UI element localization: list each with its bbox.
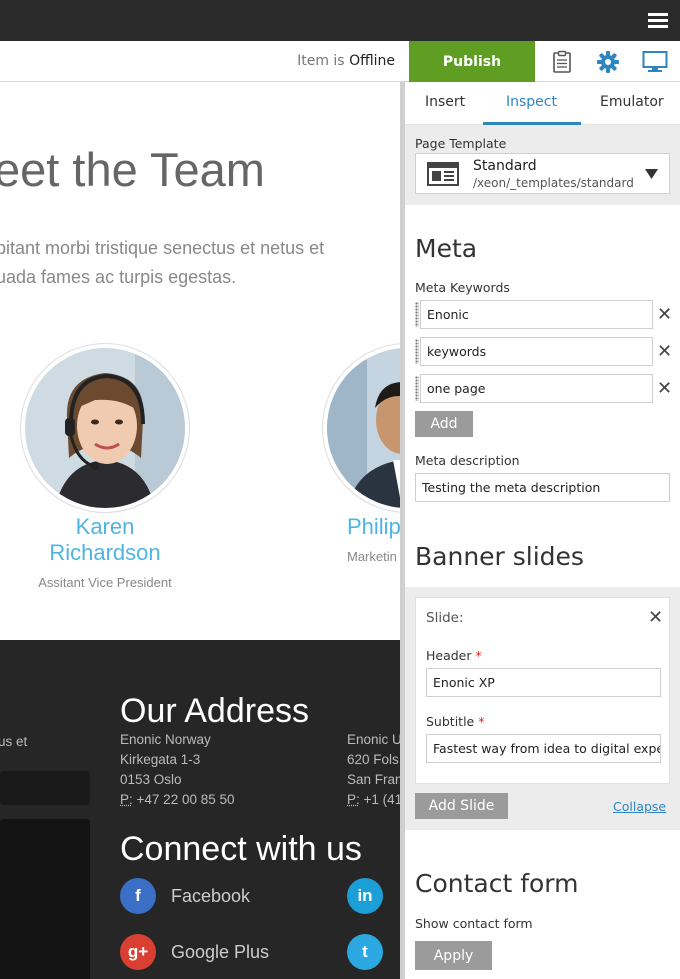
keyword-row: ✕ <box>415 374 673 403</box>
phone-us: P: +1 (41 <box>347 790 400 810</box>
required-mark: * <box>475 648 482 663</box>
publish-button[interactable]: Publish <box>409 41 535 82</box>
phone-number: +47 22 00 85 50 <box>136 792 235 807</box>
gear-icon[interactable] <box>596 50 620 74</box>
social-twitter-link[interactable]: t <box>347 934 383 970</box>
remove-slide-icon[interactable]: ✕ <box>648 607 663 628</box>
linkedin-icon: in <box>347 878 383 914</box>
facebook-icon: f <box>120 878 156 914</box>
keyword-row: ✕ <box>415 300 673 329</box>
drag-handle-icon[interactable] <box>415 376 419 401</box>
keyword-input[interactable] <box>420 300 653 329</box>
drag-handle-icon[interactable] <box>415 339 419 364</box>
footer-textarea[interactable] <box>0 819 90 979</box>
social-linkedin-link[interactable]: in <box>347 878 383 914</box>
page-template-section: Page Template Standard /xeon/_templates/… <box>405 125 680 205</box>
footer-text-fragment: us et <box>0 734 28 749</box>
page-preview[interactable]: eet the Team bitant morbi tristique sene… <box>0 82 400 979</box>
member-name-philip: Philip <box>347 514 400 539</box>
phone2-prefix: P: <box>347 792 360 807</box>
tab-emulator[interactable]: Emulator <box>600 94 664 110</box>
contact-form-heading: Contact form <box>415 869 579 898</box>
meta-description-label: Meta description <box>415 453 520 468</box>
meta-description-input[interactable] <box>415 473 670 502</box>
team-heading: eet the Team <box>0 143 265 196</box>
address-heading: Our Address <box>120 692 309 730</box>
collapse-link[interactable]: Collapse <box>613 799 666 814</box>
clipboard-icon[interactable] <box>550 50 574 74</box>
subtitle-label: Subtitle * <box>426 714 484 729</box>
twitter-icon: t <box>347 934 383 970</box>
team-intro-text: bitant morbi tristique senectus et netus… <box>0 238 325 287</box>
keyword-row: ✕ <box>415 337 673 366</box>
philip-portrait-icon <box>327 348 400 508</box>
template-path: /xeon/_templates/standard <box>473 176 634 190</box>
member-photo-karen <box>20 343 190 513</box>
required-mark: * <box>478 714 485 729</box>
phone2-number: +1 (41 <box>363 792 400 807</box>
keyword-input[interactable] <box>420 337 653 366</box>
header-label: Header * <box>426 648 482 663</box>
member-role-philip: Marketin <box>347 549 397 564</box>
subtitle-label-text: Subtitle <box>426 714 475 729</box>
dropdown-arrow-icon[interactable] <box>645 169 658 179</box>
meta-keywords-label: Meta Keywords <box>415 280 510 295</box>
meta-heading: Meta <box>415 234 478 263</box>
slide-label: Slide: <box>426 610 464 626</box>
member-photo-philip <box>322 343 400 513</box>
karen-portrait-icon <box>25 348 185 508</box>
header-label-text: Header <box>426 648 472 663</box>
footer-input-field[interactable] <box>0 771 90 805</box>
slide-item: Slide: ✕ Header * Subtitle * <box>415 597 670 784</box>
social-google-plus-link[interactable]: g+ Google Plus <box>120 934 269 970</box>
tab-insert[interactable]: Insert <box>425 94 465 110</box>
context-panel: Insert Inspect Emulator Page Template St… <box>400 82 680 979</box>
facebook-label: Facebook <box>171 885 251 906</box>
banner-slides-section: Slide: ✕ Header * Subtitle * Add Slide C… <box>405 587 680 830</box>
phone-norway: P: +47 22 00 85 50 <box>120 790 235 810</box>
remove-keyword-icon[interactable]: ✕ <box>657 304 672 325</box>
remove-keyword-icon[interactable]: ✕ <box>657 378 672 399</box>
google-plus-icon: g+ <box>120 934 156 970</box>
apply-button[interactable]: Apply <box>415 941 492 970</box>
tab-inspect[interactable]: Inspect <box>506 94 557 110</box>
page-template-label: Page Template <box>415 136 507 151</box>
social-facebook-link[interactable]: f Facebook <box>120 878 250 914</box>
member-name-karen: Karen Richardson <box>49 514 161 565</box>
member-role-karen: Assitant Vice President <box>38 575 172 590</box>
status-value: Offline <box>349 53 395 69</box>
monitor-icon[interactable] <box>642 50 668 74</box>
slide-subtitle-input[interactable] <box>426 734 661 763</box>
drag-handle-icon[interactable] <box>415 302 419 327</box>
phone-prefix: P: <box>120 792 133 807</box>
banner-slides-heading: Banner slides <box>415 542 584 571</box>
content-toolbar: Item is Offline Publish <box>0 41 680 82</box>
remove-keyword-icon[interactable]: ✕ <box>657 341 672 362</box>
google-plus-label: Google Plus <box>171 941 270 962</box>
show-contact-form-label: Show contact form <box>415 916 533 931</box>
address-norway: Enonic Norway Kirkegata 1-3 0153 Oslo <box>120 732 211 787</box>
panel-tabs: Insert Inspect Emulator <box>405 82 680 125</box>
page-template-dropdown[interactable]: Standard /xeon/_templates/standard <box>415 153 670 194</box>
template-name: Standard <box>473 158 537 174</box>
status-prefix: Item is <box>297 53 345 69</box>
item-status: Item is Offline <box>297 53 395 69</box>
hamburger-menu-icon[interactable] <box>648 13 668 28</box>
address-us: Enonic U 620 Fols San Fran <box>347 732 400 787</box>
top-bar <box>0 0 680 41</box>
template-layout-icon <box>427 162 459 186</box>
page-footer: us et Our Address Enonic Norway Kirkegat… <box>0 640 400 979</box>
add-keyword-button[interactable]: Add <box>415 411 473 437</box>
slide-header-input[interactable] <box>426 668 661 697</box>
add-slide-button[interactable]: Add Slide <box>415 793 508 819</box>
keyword-input[interactable] <box>420 374 653 403</box>
connect-heading: Connect with us <box>120 830 362 868</box>
